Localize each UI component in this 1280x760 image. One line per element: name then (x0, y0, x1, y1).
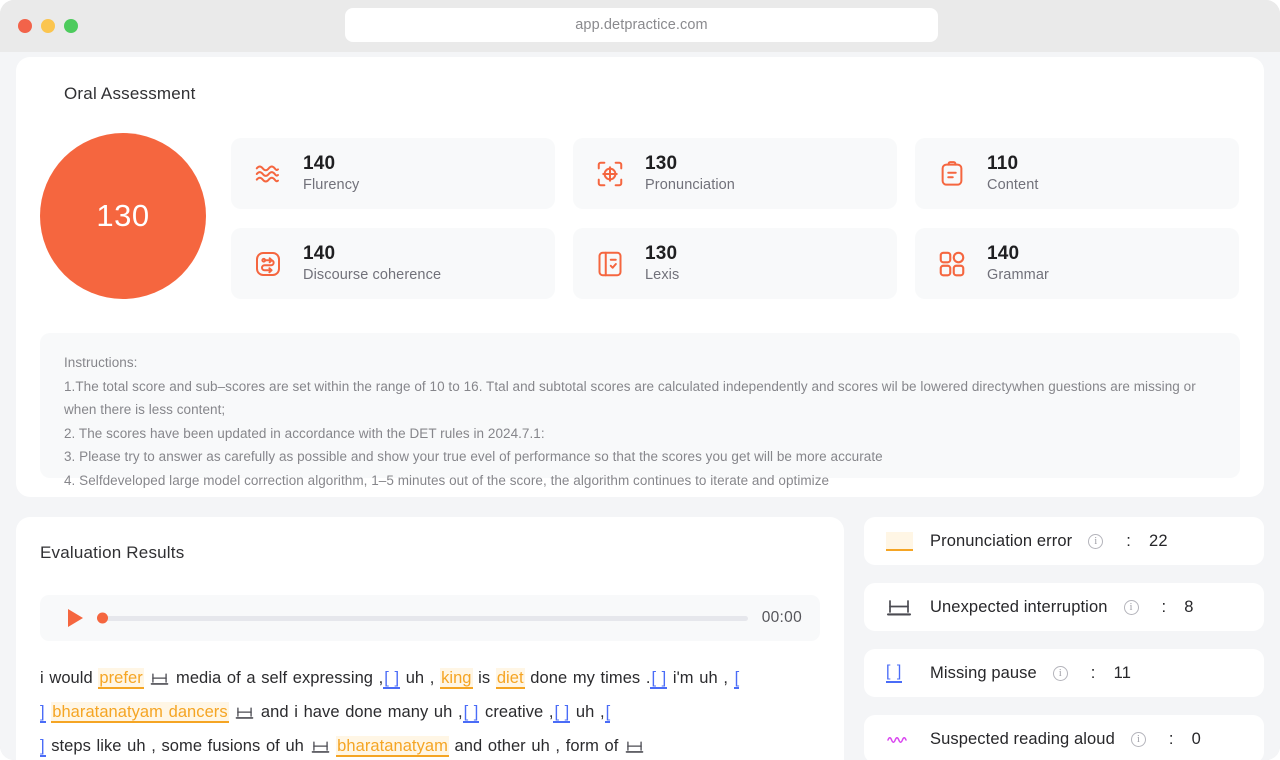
subscore-card-content[interactable]: 110 Content (915, 138, 1239, 209)
audio-scrubber[interactable] (97, 609, 748, 627)
legend-label: Pronunciation error (930, 531, 1073, 550)
legend-count: 11 (1113, 663, 1132, 682)
maximize-window-button[interactable] (64, 19, 78, 33)
subscore-label: Content (987, 176, 1039, 193)
legend-item-missing-pause[interactable]: [ ] Missing pause i : 11 (864, 649, 1264, 697)
info-icon[interactable]: i (1130, 731, 1146, 747)
instruction-line-3: 3. Please try to answer as carefully as … (64, 449, 883, 464)
waves-icon (251, 157, 285, 191)
browser-titlebar: app.detpractice.com (0, 0, 1280, 52)
address-bar[interactable]: app.detpractice.com (345, 8, 938, 42)
legend-label: Missing pause (930, 663, 1037, 682)
book-check-icon (593, 247, 627, 281)
instruction-line-2: 2. The scores have been updated in accor… (64, 425, 545, 441)
transcript-text: i would prefer media of a self expressin… (40, 668, 740, 757)
missing-pause-token[interactable]: [ ] (650, 668, 668, 689)
total-score-circle: 130 (40, 133, 206, 299)
subscore-value: 130 (645, 153, 678, 175)
subscore-value: 140 (303, 243, 336, 265)
legend-separator: : (1168, 729, 1174, 748)
legend-separator: : (1161, 597, 1167, 616)
legend-label: Unexpected interruption (930, 597, 1108, 616)
legend-separator: : (1126, 531, 1132, 550)
play-icon[interactable] (68, 609, 83, 627)
annotation-legend: Pronunciation error i : 22 Unexpected in… (864, 517, 1264, 760)
target-icon (593, 157, 627, 191)
instruction-line-1: 1.The total score and sub–scores are set… (64, 378, 1196, 418)
subscore-label: Lexis (645, 266, 680, 283)
url-text: app.detpractice.com (575, 17, 708, 33)
subscore-grid: 140 Flurency 130 Pronunciation 110 Conte… (231, 138, 1240, 299)
browser-window: app.detpractice.com Oral Assessment 130 (0, 0, 1280, 760)
evaluation-results-panel: Evaluation Results 00:00 i would prefer … (16, 517, 844, 760)
audio-timestamp: 00:00 (761, 609, 802, 626)
info-icon[interactable]: i (1123, 599, 1139, 615)
legend-separator: : (1090, 663, 1096, 682)
info-icon[interactable]: i (1088, 533, 1104, 549)
subscore-label: Discourse coherence (303, 266, 442, 283)
bracket-icon (625, 739, 644, 754)
pronunciation-error-token[interactable]: bharatanatyam (336, 736, 449, 757)
progress-track (97, 615, 748, 621)
subscore-label: Flurency (303, 176, 360, 193)
subscore-card-discourse-coherence[interactable]: 140 Discourse coherence (231, 228, 555, 299)
close-window-button[interactable] (18, 19, 32, 33)
page-body: Oral Assessment 130 140 Flurency 130 Pro… (0, 52, 1280, 760)
missing-pause-token[interactable]: [ ] (553, 702, 571, 723)
subscore-label: Pronunciation (645, 176, 735, 193)
info-icon[interactable]: i (1052, 665, 1068, 681)
missing-pause-token[interactable]: [ ] (383, 668, 401, 689)
legend-item-pronunciation-error[interactable]: Pronunciation error i : 22 (864, 517, 1264, 565)
bracket-icon (311, 739, 330, 754)
subscore-card-pronunciation[interactable]: 130 Pronunciation (573, 138, 897, 209)
clipboard-icon (935, 157, 969, 191)
bracket-icon (150, 671, 169, 686)
pronunciation-error-token[interactable]: diet (495, 668, 525, 689)
window-controls (18, 19, 78, 33)
pause-swatch-icon: [ ] (886, 663, 916, 683)
total-score-value: 130 (96, 198, 150, 233)
subscore-label: Grammar (987, 266, 1049, 283)
subscore-value: 110 (987, 153, 1019, 175)
legend-count: 8 (1184, 597, 1194, 616)
oral-assessment-panel: Oral Assessment 130 140 Flurency 130 Pro… (16, 57, 1264, 497)
score-summary: 130 140 Flurency 130 Pronunciation 110 C… (40, 133, 1240, 313)
minimize-window-button[interactable] (41, 19, 55, 33)
instructions-box: Instructions: 1.The total score and sub–… (40, 333, 1240, 488)
subscore-card-lexis[interactable]: 130 Lexis (573, 228, 897, 299)
legend-item-unexpected-interruption[interactable]: Unexpected interruption i : 8 (864, 583, 1264, 631)
subscore-value: 130 (645, 243, 678, 265)
subscore-value: 140 (303, 153, 336, 175)
wave-icon (886, 733, 916, 745)
pronunciation-error-token[interactable]: prefer (98, 668, 144, 689)
progress-thumb[interactable] (97, 612, 108, 624)
bracket-icon (886, 597, 916, 617)
subscore-card-grammar[interactable]: 140 Grammar (915, 228, 1239, 299)
audio-player[interactable]: 00:00 (40, 595, 820, 641)
page-title: Oral Assessment (64, 84, 196, 103)
subscore-value: 140 (987, 243, 1020, 265)
legend-label: Suspected reading aloud (930, 729, 1115, 748)
highlight-swatch-icon (886, 531, 916, 551)
flow-icon (251, 247, 285, 281)
bracket-icon (235, 705, 254, 720)
instructions-heading: Instructions: (64, 355, 138, 370)
legend-count: 0 (1191, 729, 1202, 748)
instruction-line-4: 4. Selfdeveloped large model correction … (64, 472, 830, 488)
grid-icon (935, 247, 969, 281)
legend-item-suspected-reading-aloud[interactable]: Suspected reading aloud i : 0 (864, 715, 1264, 760)
evaluation-title: Evaluation Results (40, 543, 185, 562)
missing-pause-token[interactable]: [ ] (462, 702, 480, 723)
pronunciation-error-token[interactable]: king (440, 668, 473, 689)
legend-count: 22 (1149, 531, 1168, 550)
subscore-card-flurency[interactable]: 140 Flurency (231, 138, 555, 209)
pronunciation-error-token[interactable]: bharatanatyam dancers (51, 702, 229, 723)
